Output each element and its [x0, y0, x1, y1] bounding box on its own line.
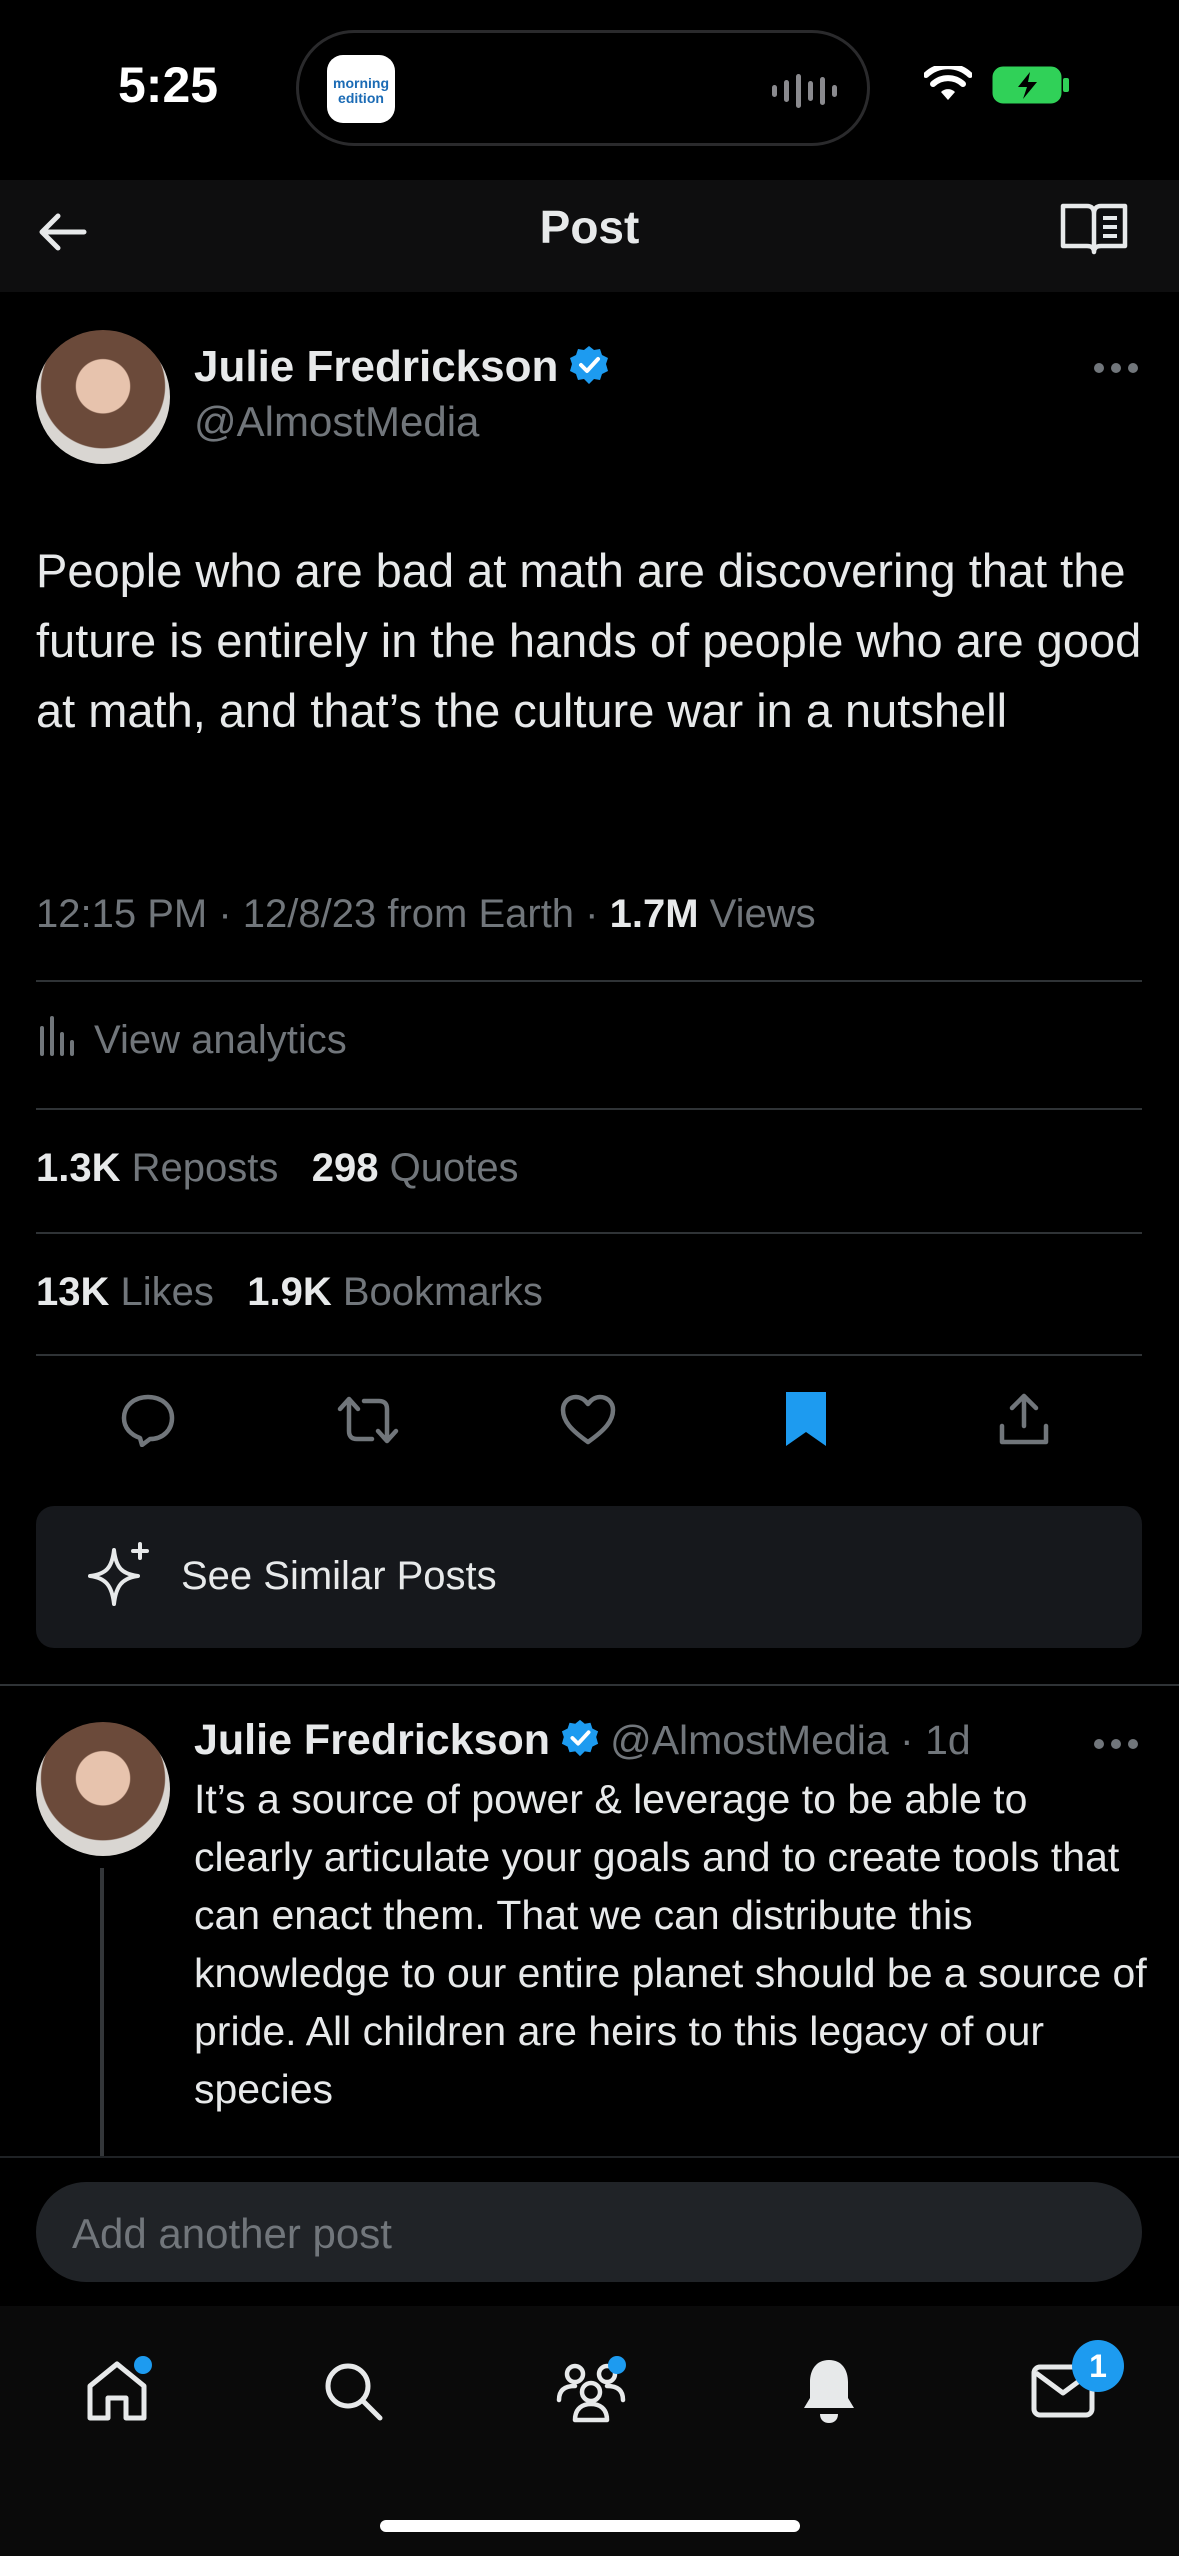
- author-name: Julie Fredrickson: [194, 342, 559, 391]
- add-post-input[interactable]: Add another post: [36, 2182, 1142, 2282]
- tab-messages[interactable]: 1: [1018, 2340, 1124, 2436]
- battery-charging-icon: [992, 66, 1072, 109]
- analytics-icon: [36, 1014, 76, 1066]
- reply-icon[interactable]: [116, 1388, 180, 1452]
- author-handle[interactable]: @AlmostMedia: [194, 398, 479, 446]
- quotes-stat[interactable]: 298 Quotes: [312, 1146, 519, 1190]
- divider: [36, 1232, 1142, 1234]
- quotes-count: 298: [311, 1146, 379, 1190]
- audio-waveform-icon: [772, 73, 837, 109]
- reply-text: It’s a source of power & leverage to be …: [194, 1776, 1147, 2112]
- post-text: People who are bad at math are discoveri…: [36, 544, 1142, 737]
- views-count: 1.7M: [609, 892, 699, 936]
- author-avatar[interactable]: [36, 330, 170, 464]
- verified-badge-icon: [560, 1718, 600, 1763]
- author-name-row[interactable]: Julie Fredrickson: [194, 342, 610, 392]
- reply-author-name: Julie Fredrickson: [194, 1716, 551, 1764]
- morning-edition-app-icon: morning edition: [327, 55, 395, 123]
- likes-count: 13K: [36, 1270, 110, 1314]
- communities-notification-dot: [608, 2356, 626, 2374]
- engagement-row-likes-bookmarks: 13K Likes 1.9K Bookmarks: [36, 1270, 543, 1315]
- see-similar-posts-button[interactable]: See Similar Posts: [36, 1506, 1142, 1648]
- reply-header[interactable]: Julie Fredrickson @AlmostMedia · 1d: [194, 1716, 971, 1765]
- like-heart-icon[interactable]: [556, 1388, 620, 1452]
- likes-stat[interactable]: 13K Likes: [36, 1270, 214, 1314]
- reply-author-avatar[interactable]: [36, 1722, 170, 1856]
- add-post-placeholder: Add another post: [72, 2210, 392, 2257]
- tab-notifications[interactable]: [784, 2346, 874, 2436]
- verified-badge-icon: [568, 344, 610, 391]
- tab-communities[interactable]: [546, 2346, 636, 2436]
- sparkle-icon: [88, 1542, 154, 1617]
- view-analytics-label: View analytics: [94, 1017, 347, 1062]
- messages-badge: 1: [1072, 2340, 1124, 2392]
- home-indicator[interactable]: [380, 2520, 800, 2532]
- divider: [36, 1354, 1142, 1356]
- reply-handle-time: @AlmostMedia · 1d: [610, 1717, 971, 1763]
- reposts-label: Reposts: [131, 1146, 279, 1190]
- page-title: Post: [539, 201, 640, 253]
- view-analytics-link[interactable]: View analytics: [36, 1014, 347, 1066]
- dynamic-island[interactable]: morning edition: [296, 30, 870, 146]
- bookmarks-stat[interactable]: 1.9K Bookmarks: [247, 1270, 543, 1314]
- post-timestamp: 12:15 PM · 12/8/23 from Earth ·: [36, 892, 610, 936]
- repost-icon[interactable]: [336, 1388, 400, 1452]
- tab-search[interactable]: [308, 2346, 398, 2436]
- bookmark-filled-icon[interactable]: [774, 1386, 838, 1452]
- section-divider: [0, 1684, 1179, 1686]
- see-similar-posts-label: See Similar Posts: [181, 1554, 497, 1598]
- status-time: 5:25: [118, 57, 219, 113]
- home-notification-dot: [134, 2356, 152, 2374]
- divider: [36, 980, 1142, 982]
- post-meta: 12:15 PM · 12/8/23 from Earth · 1.7M Vie…: [36, 892, 816, 937]
- reposts-count: 1.3K: [36, 1146, 121, 1190]
- engagement-row-reposts-quotes: 1.3K Reposts 298 Quotes: [36, 1146, 519, 1191]
- more-options-icon[interactable]: [1090, 350, 1142, 386]
- reader-mode-icon[interactable]: [1058, 198, 1130, 258]
- likes-label: Likes: [120, 1270, 214, 1314]
- reposts-stat[interactable]: 1.3K Reposts: [36, 1146, 278, 1190]
- quotes-label: Quotes: [389, 1146, 519, 1190]
- bookmarks-count: 1.9K: [247, 1270, 332, 1314]
- share-icon[interactable]: [992, 1386, 1056, 1452]
- divider: [36, 1108, 1142, 1110]
- thread-line: [100, 1868, 104, 2168]
- reply-more-options-icon[interactable]: [1090, 1726, 1142, 1762]
- views-label: Views: [698, 892, 816, 936]
- tab-home[interactable]: [72, 2346, 162, 2436]
- wifi-icon: [923, 63, 973, 107]
- bottom-tab-bar: 1: [0, 2306, 1179, 2556]
- bookmarks-label: Bookmarks: [342, 1270, 543, 1314]
